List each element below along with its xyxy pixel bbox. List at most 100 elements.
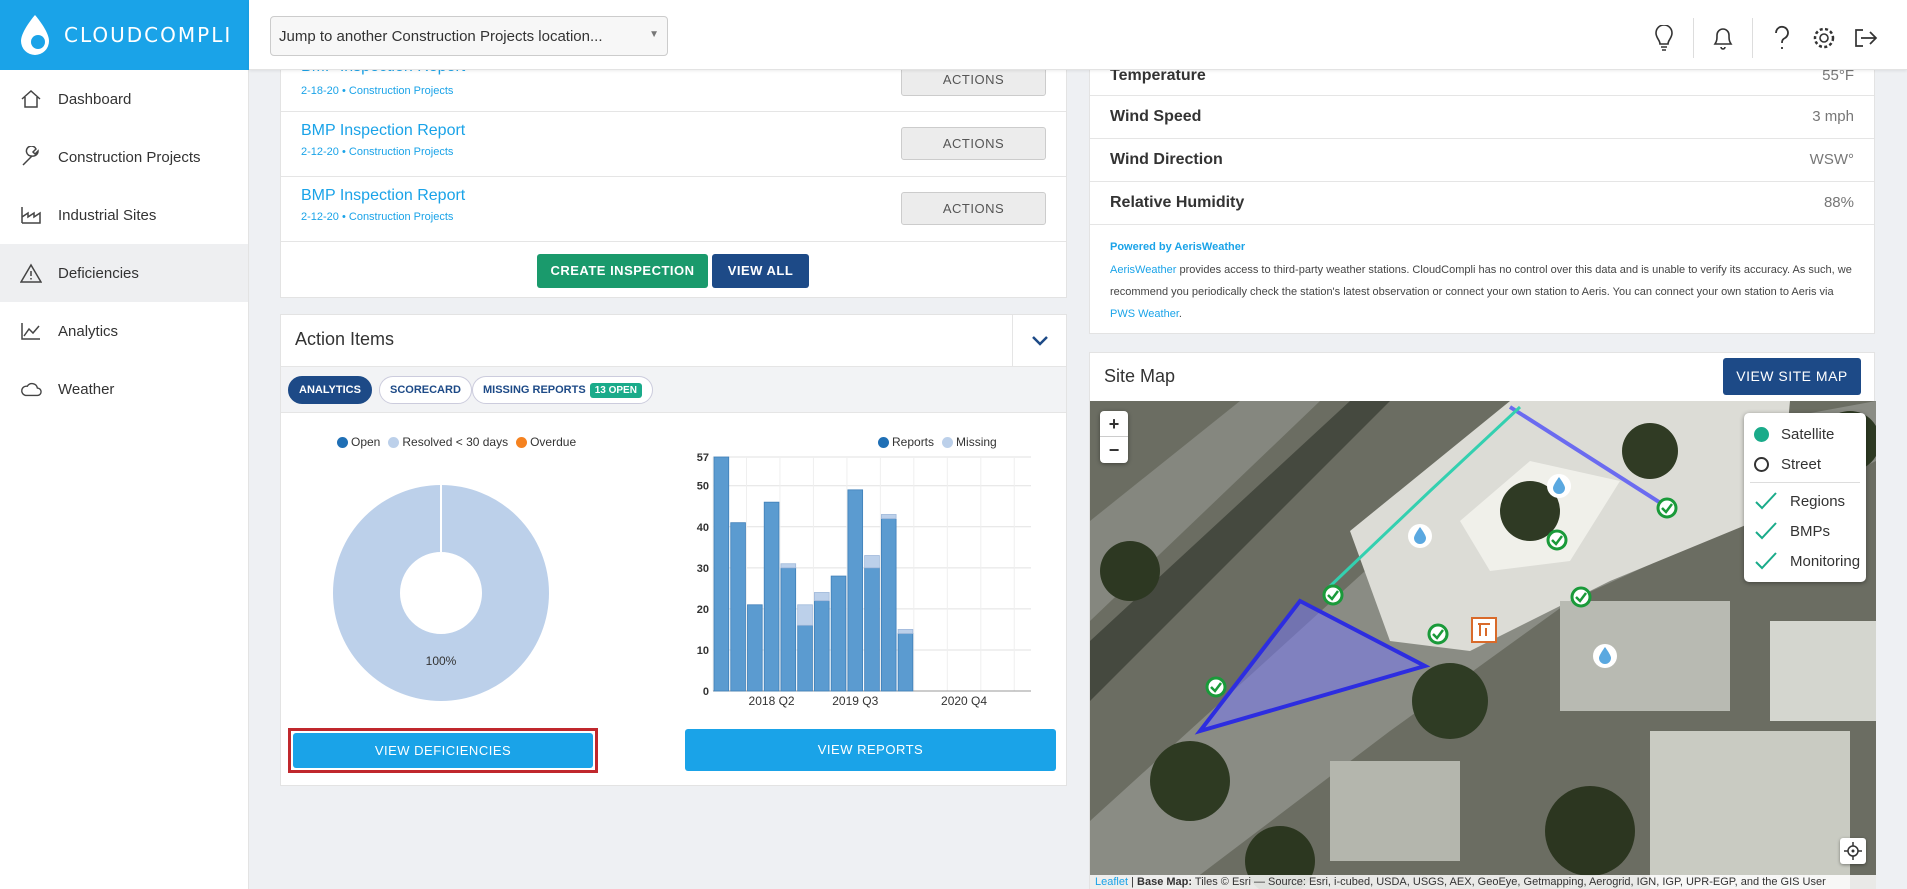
bar-missing[interactable] (780, 563, 797, 569)
list-item: BMP Inspection Report 2-12-20 • Construc… (281, 177, 1066, 242)
sidebar-item-industrial-sites[interactable]: Industrial Sites (0, 186, 248, 244)
leaflet-link[interactable]: Leaflet (1095, 876, 1128, 888)
overlay-label: Regions (1790, 492, 1846, 510)
site-marker-icon[interactable] (1470, 616, 1498, 644)
reports-bar-chart: 0 10 20 30 40 50 57 2018 Q2 2019 Q3 2020 Q4 (697, 452, 1031, 708)
zoom-in-button[interactable]: + (1100, 411, 1128, 437)
bar-reports[interactable] (797, 624, 813, 692)
overlay-regions[interactable]: Regions (1744, 486, 1866, 516)
weather-row-humidity: Relative Humidity 88% (1090, 182, 1874, 225)
legend-swatch-resolved (388, 436, 400, 448)
site-map[interactable]: + − Satellite Street Regions BMPs Monito… (1090, 401, 1876, 889)
sidebar-item-dashboard[interactable]: Dashboard (0, 70, 248, 128)
overlay-monitoring[interactable]: Monitoring (1744, 546, 1866, 576)
bar-missing[interactable] (864, 555, 880, 569)
sidebar-item-weather[interactable]: Weather (0, 360, 248, 418)
bar-reports[interactable] (830, 575, 847, 692)
bmp-marker[interactable] (1427, 623, 1449, 645)
zoom-out-button[interactable]: − (1100, 437, 1128, 463)
bar-reports[interactable] (747, 604, 763, 692)
sidebar-item-deficiencies[interactable]: Deficiencies (0, 244, 248, 302)
overlay-bmps[interactable]: BMPs (1744, 516, 1866, 546)
inspections-card: BMP Inspection Report 2-18-20 • Construc… (280, 50, 1067, 298)
logout-icon[interactable] (1853, 23, 1879, 53)
missing-count-badge: 13 OPEN (589, 383, 642, 398)
bmp-marker[interactable] (1570, 586, 1592, 608)
bar-missing[interactable] (897, 629, 914, 634)
bar-missing[interactable] (880, 514, 897, 519)
powered-by: Powered by AerisWeather (1110, 241, 1246, 253)
bar-reports[interactable] (880, 518, 897, 692)
sidebar-item-label: Analytics (58, 322, 119, 340)
legend-swatch-open (337, 436, 348, 448)
tab-scorecard[interactable]: SCORECARD (379, 376, 472, 404)
aerisweather-link[interactable]: AerisWeather (1110, 264, 1176, 276)
locate-button[interactable] (1840, 838, 1866, 864)
view-site-map-button[interactable]: VIEW SITE MAP (1723, 358, 1861, 395)
bmp-marker[interactable] (1205, 676, 1227, 698)
factory-icon (20, 204, 42, 226)
location-jump-select[interactable]: Jump to another Construction Projects lo… (270, 16, 668, 56)
collapse-toggle[interactable] (1012, 315, 1066, 367)
weather-label: Wind Speed (1110, 108, 1202, 125)
view-deficiencies-button[interactable]: VIEW DEFICIENCIES (293, 733, 593, 768)
monitoring-marker[interactable] (1592, 643, 1618, 669)
radio-unselected-icon (1754, 456, 1769, 472)
gear-icon[interactable] (1811, 23, 1837, 53)
bar-missing[interactable] (814, 592, 830, 602)
layer-label: Satellite (1781, 425, 1835, 443)
actions-button[interactable]: ACTIONS (901, 192, 1046, 225)
bar-reports[interactable] (847, 489, 864, 692)
bar-reports[interactable] (814, 600, 830, 692)
help-icon[interactable] (1769, 23, 1795, 53)
weather-disclaimer: AerisWeather provides access to third-pa… (1110, 259, 1860, 325)
bar-reports[interactable] (763, 501, 780, 692)
x-tick-label: 2018 Q2 (749, 694, 795, 708)
legend-swatch-reports (878, 436, 889, 448)
monitoring-marker[interactable] (1546, 473, 1572, 499)
lightbulb-icon[interactable] (1651, 23, 1677, 53)
sidebar-item-label: Industrial Sites (58, 206, 157, 224)
tabs-bar: ANALYTICS SCORECARD MISSING REPORTS 13 OP… (281, 367, 1066, 413)
report-title-link[interactable]: BMP Inspection Report (301, 122, 465, 140)
y-tick-label: 10 (697, 645, 709, 657)
pws-weather-link[interactable]: PWS Weather (1110, 308, 1179, 320)
legend-resolved: Resolved < 30 days (402, 435, 509, 449)
report-title-link[interactable]: BMP Inspection Report (301, 187, 465, 205)
view-all-button[interactable]: VIEW ALL (712, 254, 809, 288)
create-inspection-button[interactable]: CREATE INSPECTION (537, 254, 708, 288)
monitoring-marker[interactable] (1407, 523, 1433, 549)
bar-reports[interactable] (864, 567, 880, 692)
actions-button[interactable]: ACTIONS (901, 127, 1046, 160)
map-layer-control: Satellite Street Regions BMPs Monitoring (1744, 413, 1866, 582)
bmp-marker[interactable] (1546, 529, 1568, 551)
logo[interactable]: CLOUDCOMPLI (0, 0, 249, 70)
droplet-icon (21, 15, 49, 55)
legend-open: Open (351, 435, 381, 449)
view-reports-button[interactable]: VIEW REPORTS (685, 729, 1056, 771)
sidebar-item-construction-projects[interactable]: Construction Projects (0, 128, 248, 186)
location-jump-placeholder: Jump to another Construction Projects lo… (279, 28, 603, 45)
layer-street[interactable]: Street (1744, 449, 1866, 479)
tab-analytics[interactable]: ANALYTICS (288, 376, 372, 404)
bar-reports[interactable] (730, 522, 746, 692)
bell-icon[interactable] (1710, 23, 1736, 53)
bar-reports[interactable] (713, 456, 730, 692)
sidebar-item-analytics[interactable]: Analytics (0, 302, 248, 360)
legend-reports: Reports (892, 435, 935, 449)
layer-satellite[interactable]: Satellite (1744, 419, 1866, 449)
weather-label: Relative Humidity (1110, 194, 1245, 211)
bmp-marker[interactable] (1656, 497, 1678, 519)
bmp-marker[interactable] (1322, 584, 1344, 606)
chevron-down-icon: ▼ (649, 29, 659, 40)
bar-reports[interactable] (897, 633, 914, 692)
analytics-icon (20, 320, 42, 342)
bar-missing[interactable] (797, 604, 813, 626)
pie-data-label: 100% (426, 654, 457, 668)
tab-missing-reports[interactable]: MISSING REPORTS 13 OPEN (472, 376, 653, 404)
sidebar-item-label: Weather (58, 380, 115, 398)
bar-reports[interactable] (780, 567, 797, 692)
y-tick-label: 30 (697, 563, 709, 575)
crosshair-icon (1844, 842, 1862, 860)
warning-icon (20, 262, 42, 284)
